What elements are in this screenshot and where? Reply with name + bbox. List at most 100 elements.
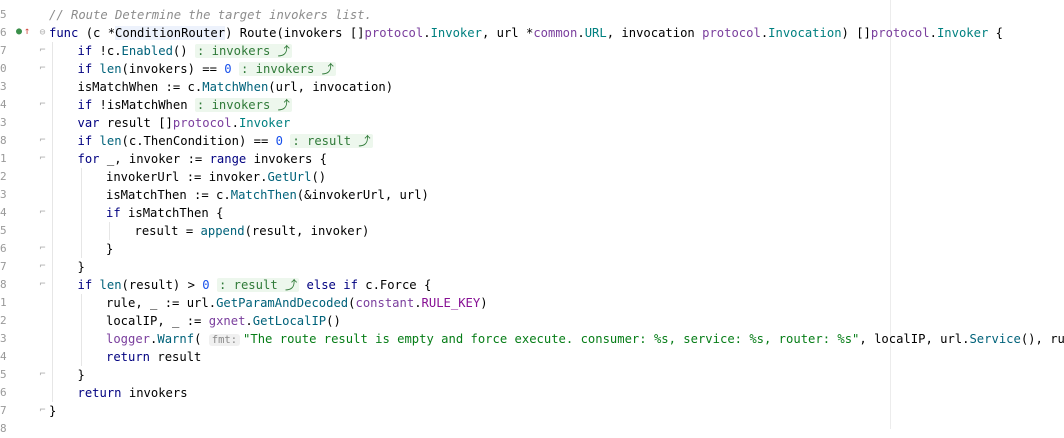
fold-marker-icon[interactable]: ⌐ (38, 240, 47, 258)
line-number[interactable]: 6 (0, 240, 8, 258)
line-number[interactable]: 5 (0, 366, 8, 384)
code-line[interactable]: return invokers (78, 384, 188, 402)
line-number[interactable]: 4 (0, 96, 8, 114)
line-number[interactable]: 3 (0, 330, 8, 348)
line-number[interactable]: 3 (0, 114, 8, 132)
code-token: common (533, 26, 578, 40)
fold-marker-icon[interactable]: ⌐ (38, 96, 47, 114)
code-token: if (77, 62, 93, 76)
fold-marker-icon[interactable]: ⌐ (38, 402, 47, 420)
code-line[interactable]: rule, _ := url.GetParamAndDecoded(consta… (106, 294, 488, 312)
code-token: result [] (99, 116, 173, 130)
code-line[interactable]: if isMatchThen { (106, 204, 223, 222)
line-number[interactable]: 5 (0, 6, 8, 24)
line-number[interactable]: 7 (0, 258, 8, 276)
code-line[interactable]: localIP, _ := gxnet.GetLocalIP() (106, 312, 341, 330)
code-token: invokerUrl := invoker. (106, 170, 268, 184)
line-number[interactable]: 3 (0, 78, 8, 96)
code-line[interactable]: if !c.Enabled() : invokers ⤴ (78, 42, 292, 60)
code-line[interactable]: } (106, 240, 113, 258)
code-line[interactable]: func (c *ConditionRouter) Route(invokers… (49, 24, 1003, 42)
line-number[interactable]: 1 (0, 150, 8, 168)
line-number[interactable]: 3 (0, 186, 8, 204)
code-token: if (77, 44, 93, 58)
code-line[interactable]: if len(c.ThenCondition) == 0 : result ⤴ (78, 132, 373, 150)
line-number[interactable]: 6 (0, 24, 8, 42)
fold-marker-icon[interactable]: ⌐ (38, 204, 47, 222)
code-token: } (106, 242, 114, 256)
code-token: Invoker (936, 26, 989, 40)
code-token: MatchWhen (202, 80, 269, 94)
fold-open-icon[interactable]: ⊖ (38, 24, 47, 42)
go-to-interface-icon[interactable]: ↑ (24, 25, 30, 39)
code-line[interactable]: } (49, 402, 56, 420)
code-token: var (77, 116, 100, 130)
code-line[interactable]: for _, invoker := range invokers { (78, 150, 327, 168)
inlay-return-hint[interactable]: : invokers ⤴ (194, 98, 292, 112)
fold-marker-icon[interactable]: ⌐ (38, 276, 47, 294)
line-number[interactable]: 7 (0, 402, 8, 420)
code-token: , invocation (606, 26, 703, 40)
inlay-return-hint[interactable]: : result ⤴ (216, 278, 300, 292)
code-line[interactable]: result = append(result, invoker) (135, 222, 370, 240)
code-token: Invoker (238, 116, 291, 130)
code-line[interactable]: } (78, 366, 85, 384)
code-token: (invokers) == (121, 62, 225, 76)
code-token: ) Route(invokers [] (225, 26, 365, 40)
code-token: ) [] (841, 26, 871, 40)
fold-marker-icon[interactable]: ⌐ (38, 42, 47, 60)
code-line[interactable]: logger.Warnf( fmt: "The route result is e… (106, 330, 1064, 348)
implementation-marker-icon[interactable]: ● (16, 25, 22, 39)
line-number[interactable]: 2 (0, 168, 8, 186)
line-number[interactable]: 7 (0, 42, 8, 60)
inlay-return-hint[interactable]: : invokers ⤴ (238, 62, 336, 76)
code-line[interactable]: var result []protocol.Invoker (78, 114, 291, 132)
inlay-return-hint[interactable]: : result ⤴ (290, 134, 373, 148)
fold-marker-icon[interactable]: ⌐ (38, 258, 47, 276)
code-line[interactable]: invokerUrl := invoker.GetUrl() (106, 168, 326, 186)
code-token: rule, _ := url. (106, 296, 217, 310)
code-line[interactable]: } (78, 258, 85, 276)
line-number[interactable]: 8 (0, 420, 8, 438)
code-token: . (577, 26, 585, 40)
code-token: (url, invocation) (268, 80, 394, 94)
code-token: MatchThen (230, 188, 297, 202)
line-number[interactable]: 5 (0, 222, 8, 240)
code-token: c.Force { (357, 278, 432, 292)
code-token: localIP, _ := (106, 314, 209, 328)
code-token: if (77, 134, 93, 148)
line-number[interactable]: 8 (0, 132, 8, 150)
line-number[interactable]: 1 (0, 294, 8, 312)
line-number[interactable]: 4 (0, 204, 8, 222)
code-line[interactable]: if !isMatchWhen : invokers ⤴ (78, 96, 292, 114)
code-token: invokers { (246, 152, 327, 166)
code-line[interactable]: return result (106, 348, 201, 366)
fold-marker-icon[interactable]: ⌐ (38, 150, 47, 168)
line-number-gutter[interactable]: 567034381234567812345678 (0, 0, 42, 435)
code-line[interactable]: if len(result) > 0 : result ⤴ else if c.… (78, 276, 432, 294)
code-line[interactable]: isMatchWhen := c.MatchWhen(url, invocati… (78, 78, 394, 96)
line-number[interactable]: 0 (0, 60, 8, 78)
fold-marker-icon[interactable]: ⌐ (38, 366, 47, 384)
code-token: result (150, 350, 202, 364)
code-token: ConditionRouter (115, 26, 226, 40)
code-area[interactable]: // Route Determine the target invokers l… (49, 0, 1064, 429)
code-line[interactable]: if len(invokers) == 0 : invokers ⤴ (78, 60, 336, 78)
code-token: Service (969, 332, 1021, 346)
fold-marker-icon[interactable]: ⌐ (38, 132, 47, 150)
line-number[interactable]: 8 (0, 276, 8, 294)
code-token: gxnet (208, 314, 246, 328)
code-token: for (77, 152, 100, 166)
fold-marker-icon[interactable]: ⌐ (38, 60, 47, 78)
line-number[interactable]: 2 (0, 312, 8, 330)
code-line[interactable]: isMatchThen := c.MatchThen(&invokerUrl, … (106, 186, 429, 204)
code-token: Invoker (430, 26, 482, 40)
code-editor[interactable]: 567034381234567812345678 ● ↑ // Route De… (0, 0, 1064, 435)
inlay-return-hint[interactable]: : invokers ⤴ (194, 44, 292, 58)
line-number[interactable]: 6 (0, 384, 8, 402)
line-number[interactable]: 4 (0, 348, 8, 366)
code-token: isMatchThen := c. (106, 188, 231, 202)
code-line[interactable]: // Route Determine the target invokers l… (49, 6, 372, 24)
